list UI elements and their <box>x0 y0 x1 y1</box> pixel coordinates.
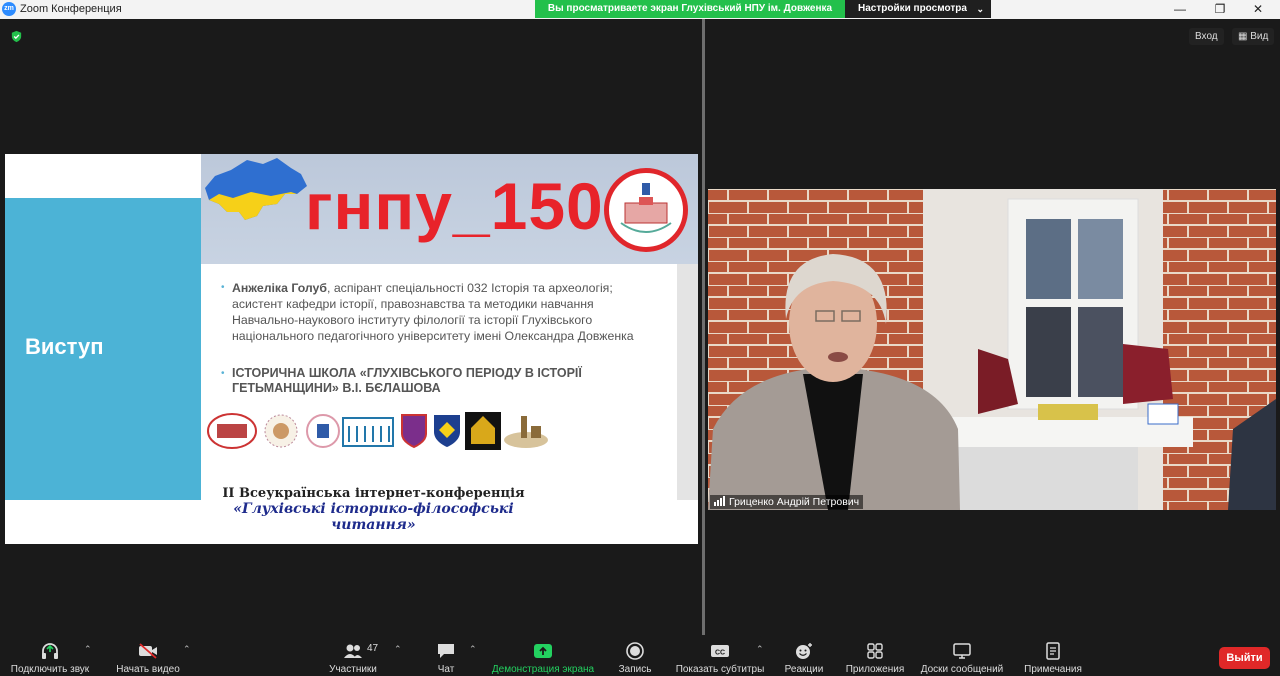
close-icon[interactable]: ✕ <box>1238 0 1278 19</box>
participants-count: 47 <box>367 643 379 654</box>
conference-title: ІІ Всеукраїнська інтернет-конференція «Г… <box>201 486 546 533</box>
participants-icon <box>344 644 362 658</box>
apps-label: Приложения <box>845 664 905 675</box>
window-title: Zoom Конференция <box>20 3 122 15</box>
participant-name-label: Гриценко Андрій Петрович <box>710 495 864 509</box>
maximize-icon[interactable]: ❐ <box>1200 0 1240 19</box>
leave-button[interactable]: Выйти <box>1219 647 1270 669</box>
bullet-icon: • <box>221 282 225 293</box>
meeting-toolbar: Подключить звук ⌃ Начать видео ⌃ Участни… <box>0 636 1280 676</box>
cathedral-logo-icon <box>465 412 501 450</box>
notes-button[interactable]: Примечания <box>1018 636 1088 676</box>
share-screen-button[interactable]: Демонстрация экрана <box>488 636 598 676</box>
video-off-icon <box>139 643 157 659</box>
speaker-name: Анжеліка Голуб <box>232 281 327 295</box>
audio-options-chevron-icon[interactable]: ⌃ <box>84 644 92 655</box>
chat-options-chevron-icon[interactable]: ⌃ <box>469 644 477 655</box>
shield-icon[interactable] <box>10 30 23 43</box>
apps-button[interactable]: Приложения <box>840 636 910 676</box>
chat-label: Чат <box>437 664 455 675</box>
university-seal-icon <box>604 168 688 252</box>
join-audio-label: Подключить звук <box>10 664 90 675</box>
enter-button[interactable]: Вход <box>1189 28 1224 45</box>
reactions-label: Реакции <box>784 664 824 675</box>
zoom-logo-icon: zm <box>2 2 16 16</box>
screen-share-banner: Вы просматриваете экран Глухівський НПУ … <box>535 0 845 18</box>
split-divider-handle[interactable] <box>702 19 705 635</box>
chat-button[interactable]: Чат <box>426 636 466 676</box>
participants-label: Участники <box>329 664 377 675</box>
start-video-label: Начать видео <box>116 664 180 675</box>
chevron-down-icon: ⌄ <box>976 4 984 14</box>
ukraine-map-icon <box>205 158 307 220</box>
captions-options-chevron-icon[interactable]: ⌃ <box>756 644 764 655</box>
talk-title: ІСТОРИЧНА ШКОЛА «ГЛУХІВСЬКОГО ПЕРІОДУ В … <box>232 366 582 395</box>
chat-icon <box>438 644 454 658</box>
view-settings-label: Настройки просмотра <box>858 3 967 14</box>
notes-label: Примечания <box>1024 664 1082 675</box>
participant-video[interactable] <box>708 189 1276 510</box>
captions-icon: CC <box>711 645 729 657</box>
institute-seal-logo-icon <box>306 414 340 448</box>
whiteboards-label: Доски сообщений <box>920 664 1004 675</box>
headphones-icon <box>42 643 58 659</box>
conference-line-3: читання» <box>331 517 416 533</box>
view-button[interactable]: ▦ Вид <box>1232 28 1275 45</box>
share-screen-label: Демонстрация экрана <box>491 664 595 675</box>
laurel-emblem-logo-icon <box>264 414 298 448</box>
notes-icon <box>1046 642 1060 660</box>
conference-line-1: ІІ Всеукраїнська інтернет-конференція <box>222 486 525 501</box>
participants-button[interactable]: Участники <box>322 636 384 676</box>
record-label: Запись <box>618 664 652 675</box>
slide-side-title: Виступ <box>25 334 104 359</box>
join-audio-button[interactable]: Подключить звук <box>5 636 95 676</box>
coat-of-arms-logo-icon <box>434 415 460 447</box>
show-captions-button[interactable]: CC Показать субтитры <box>670 636 770 676</box>
speaker-info: Анжеліка Голуб, аспірант спеціальності 0… <box>232 280 637 344</box>
slide-banner: гнпу_150 <box>201 154 698 264</box>
view-settings-button[interactable]: Настройки просмотра ⌄ <box>845 0 991 18</box>
view-grid-icon: ▦ <box>1238 31 1251 42</box>
museum-logo-icon <box>504 416 548 448</box>
reactions-button[interactable]: Реакции <box>780 636 828 676</box>
columns-building-logo-icon <box>342 417 394 447</box>
video-options-chevron-icon[interactable]: ⌃ <box>183 644 191 655</box>
show-captions-label: Показать субтитры <box>675 664 765 675</box>
slide-right-strip <box>677 264 698 500</box>
view-button-label: Вид <box>1250 31 1269 42</box>
minimize-icon[interactable]: — <box>1160 0 1200 19</box>
emoji-reaction-icon <box>796 643 812 659</box>
record-icon <box>626 642 644 660</box>
start-video-button[interactable]: Начать видео <box>108 636 188 676</box>
shield-crest-logo-icon <box>401 414 427 449</box>
whiteboard-icon <box>953 643 971 659</box>
bullet-icon: • <box>221 368 225 379</box>
conference-line-2: «Глухівські історико-філософські <box>233 501 514 517</box>
shared-slide: Виступ гнпу_150 • Анжеліка Голуб, аспіра… <box>5 154 698 544</box>
banner-title: гнпу_150 <box>305 169 604 243</box>
participant-name: Гриценко Андрій Петрович <box>729 496 860 508</box>
apps-icon <box>867 643 883 659</box>
svg-text:CC: CC <box>715 650 725 657</box>
university-building-logo-icon <box>207 413 257 449</box>
signal-strength-icon <box>714 496 725 506</box>
record-button[interactable]: Запись <box>612 636 658 676</box>
share-screen-icon <box>534 644 552 658</box>
participants-options-chevron-icon[interactable]: ⌃ <box>394 644 402 655</box>
whiteboards-button[interactable]: Доски сообщений <box>914 636 1010 676</box>
